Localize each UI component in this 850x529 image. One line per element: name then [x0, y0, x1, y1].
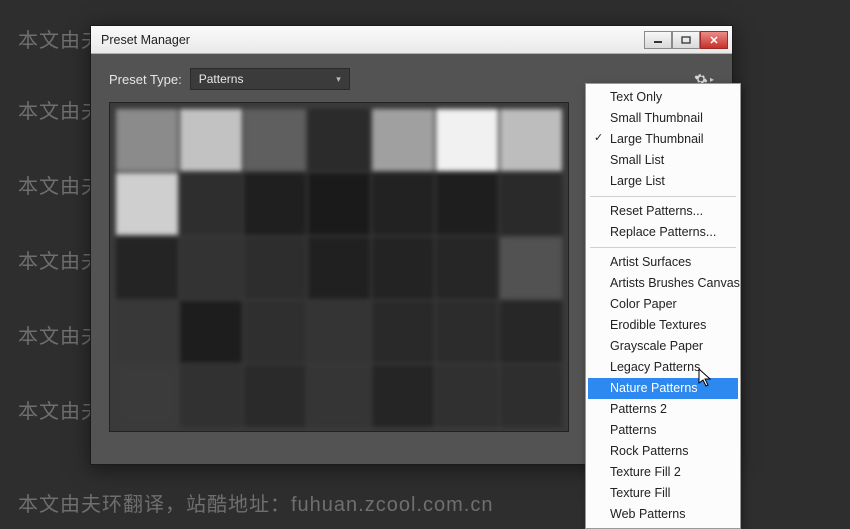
- menu-item[interactable]: Patterns 2: [588, 399, 738, 420]
- pattern-swatch[interactable]: [436, 109, 498, 171]
- pattern-swatch[interactable]: [180, 173, 242, 235]
- pattern-swatch[interactable]: [436, 237, 498, 299]
- close-button[interactable]: [700, 31, 728, 49]
- pattern-swatch[interactable]: [372, 173, 434, 235]
- pattern-swatch[interactable]: [180, 237, 242, 299]
- preset-thumbnail-grid[interactable]: [109, 102, 569, 432]
- pattern-swatch[interactable]: [500, 173, 562, 235]
- pattern-swatch[interactable]: [308, 173, 370, 235]
- pattern-swatch[interactable]: [244, 365, 306, 427]
- pattern-swatch[interactable]: [244, 301, 306, 363]
- preset-type-value: Patterns: [199, 72, 244, 86]
- preset-type-dropdown[interactable]: Patterns ▾: [190, 68, 350, 90]
- pattern-swatch[interactable]: [244, 109, 306, 171]
- menu-item[interactable]: Legacy Patterns: [588, 357, 738, 378]
- pattern-swatch[interactable]: [116, 365, 178, 427]
- pattern-swatch[interactable]: [244, 173, 306, 235]
- pattern-swatch[interactable]: [436, 173, 498, 235]
- menu-item[interactable]: Reset Patterns...: [588, 201, 738, 222]
- maximize-button[interactable]: [672, 31, 700, 49]
- watermark-text: 本文由夫环翻译，站酷地址：fuhuan.zcool.com.cn: [18, 488, 493, 517]
- pattern-swatch[interactable]: [116, 237, 178, 299]
- menu-item[interactable]: Color Paper: [588, 294, 738, 315]
- pattern-swatch[interactable]: [372, 301, 434, 363]
- menu-item[interactable]: Small Thumbnail: [588, 108, 738, 129]
- titlebar[interactable]: Preset Manager: [91, 26, 732, 54]
- pattern-swatch[interactable]: [116, 173, 178, 235]
- pattern-swatch[interactable]: [116, 109, 178, 171]
- pattern-swatch[interactable]: [500, 109, 562, 171]
- menu-item[interactable]: Texture Fill: [588, 483, 738, 504]
- menu-item[interactable]: Grayscale Paper: [588, 336, 738, 357]
- pattern-swatch[interactable]: [308, 301, 370, 363]
- menu-item[interactable]: Erodible Textures: [588, 315, 738, 336]
- pattern-swatch[interactable]: [500, 237, 562, 299]
- window-title: Preset Manager: [101, 33, 644, 47]
- pattern-swatch[interactable]: [308, 237, 370, 299]
- preset-flyout-menu: Text OnlySmall ThumbnailLarge ThumbnailS…: [585, 83, 741, 529]
- pattern-swatch[interactable]: [372, 237, 434, 299]
- menu-item[interactable]: Texture Fill 2: [588, 462, 738, 483]
- pattern-swatch[interactable]: [244, 237, 306, 299]
- menu-item[interactable]: Large Thumbnail: [588, 129, 738, 150]
- pattern-swatch[interactable]: [436, 365, 498, 427]
- menu-item[interactable]: Nature Patterns: [588, 378, 738, 399]
- preset-type-label: Preset Type:: [109, 72, 182, 87]
- menu-separator: [590, 196, 736, 197]
- menu-item[interactable]: Text Only: [588, 87, 738, 108]
- menu-item[interactable]: Rock Patterns: [588, 441, 738, 462]
- pattern-swatch[interactable]: [180, 109, 242, 171]
- pattern-swatch[interactable]: [308, 365, 370, 427]
- pattern-swatch[interactable]: [372, 365, 434, 427]
- pattern-swatch[interactable]: [180, 301, 242, 363]
- pattern-swatch[interactable]: [308, 109, 370, 171]
- minimize-button[interactable]: [644, 31, 672, 49]
- menu-item[interactable]: Large List: [588, 171, 738, 192]
- pattern-swatch[interactable]: [500, 365, 562, 427]
- chevron-down-icon: ▾: [336, 74, 341, 85]
- menu-item[interactable]: Replace Patterns...: [588, 222, 738, 243]
- menu-item[interactable]: Artists Brushes Canvas: [588, 273, 738, 294]
- pattern-swatch[interactable]: [500, 301, 562, 363]
- pattern-swatch[interactable]: [180, 365, 242, 427]
- menu-item[interactable]: Artist Surfaces: [588, 252, 738, 273]
- pattern-swatch[interactable]: [116, 301, 178, 363]
- menu-separator: [590, 247, 736, 248]
- pattern-swatch[interactable]: [372, 109, 434, 171]
- menu-item[interactable]: Patterns: [588, 420, 738, 441]
- pattern-swatch[interactable]: [436, 301, 498, 363]
- menu-item[interactable]: Web Patterns: [588, 504, 738, 525]
- menu-item[interactable]: Small List: [588, 150, 738, 171]
